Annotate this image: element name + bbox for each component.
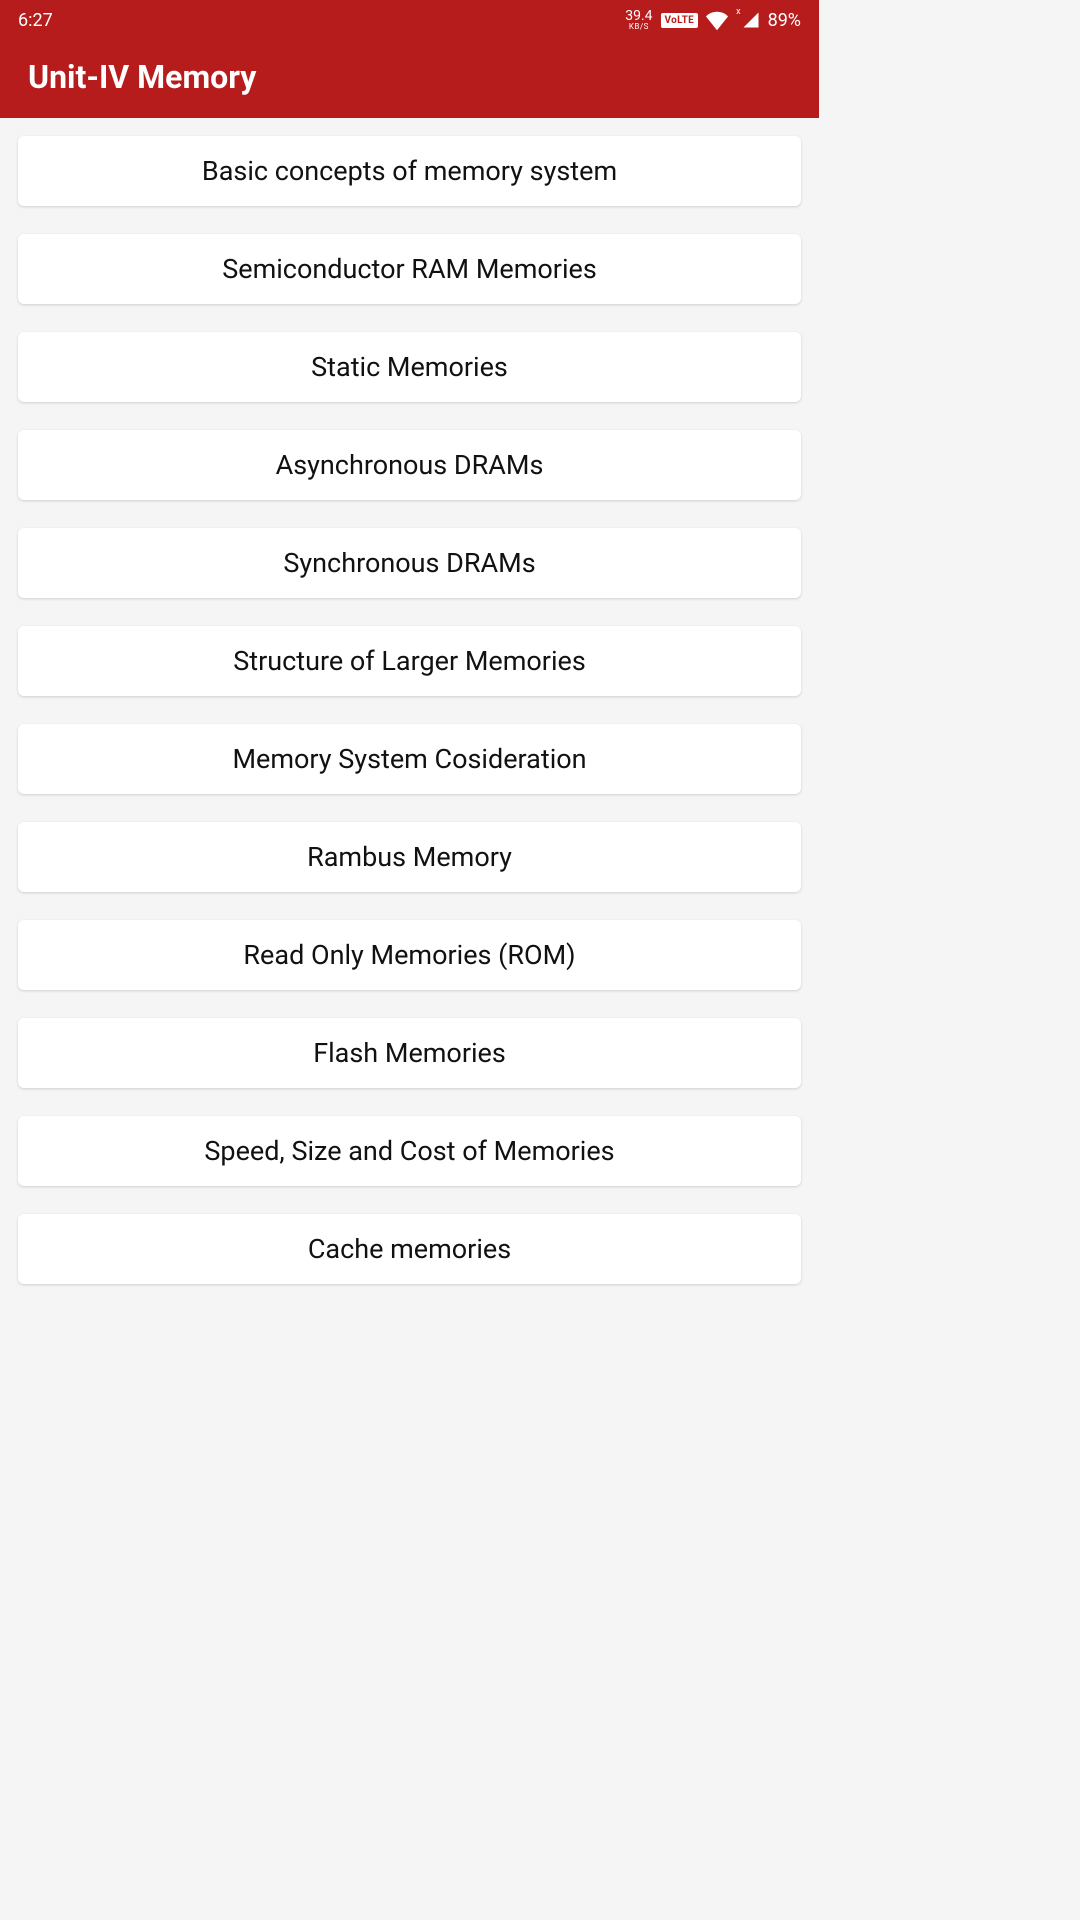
status-time: 6:27 [18, 10, 53, 31]
status-right: 39.4 KB/S VoLTE x 89% [625, 9, 801, 31]
list-item[interactable]: Cache memories [18, 1214, 801, 1284]
list-item[interactable]: Speed, Size and Cost of Memories [18, 1116, 801, 1186]
list-item[interactable]: Structure of Larger Memories [18, 626, 801, 696]
network-speed-value: 39.4 [625, 9, 652, 23]
list-item[interactable]: Memory System Cosideration [18, 724, 801, 794]
cellular-signal: x [736, 11, 759, 29]
signal-icon [742, 11, 760, 29]
list-item[interactable]: Read Only Memories (ROM) [18, 920, 801, 990]
status-bar: 6:27 39.4 KB/S VoLTE x 89% [0, 0, 819, 40]
volte-badge: VoLTE [661, 13, 699, 28]
signal-x-label: x [736, 7, 740, 17]
wifi-icon [706, 9, 728, 31]
list-item[interactable]: Flash Memories [18, 1018, 801, 1088]
topic-list: Basic concepts of memory system Semicond… [0, 118, 819, 1284]
network-speed-label: KB/S [629, 23, 649, 31]
app-bar: Unit-IV Memory [0, 40, 819, 118]
list-item[interactable]: Rambus Memory [18, 822, 801, 892]
battery-percentage: 89% [768, 10, 801, 31]
network-speed: 39.4 KB/S [625, 9, 652, 31]
list-item[interactable]: Static Memories [18, 332, 801, 402]
list-item[interactable]: Basic concepts of memory system [18, 136, 801, 206]
page-title: Unit-IV Memory [28, 58, 791, 96]
list-item[interactable]: Asynchronous DRAMs [18, 430, 801, 500]
list-item[interactable]: Semiconductor RAM Memories [18, 234, 801, 304]
list-item[interactable]: Synchronous DRAMs [18, 528, 801, 598]
